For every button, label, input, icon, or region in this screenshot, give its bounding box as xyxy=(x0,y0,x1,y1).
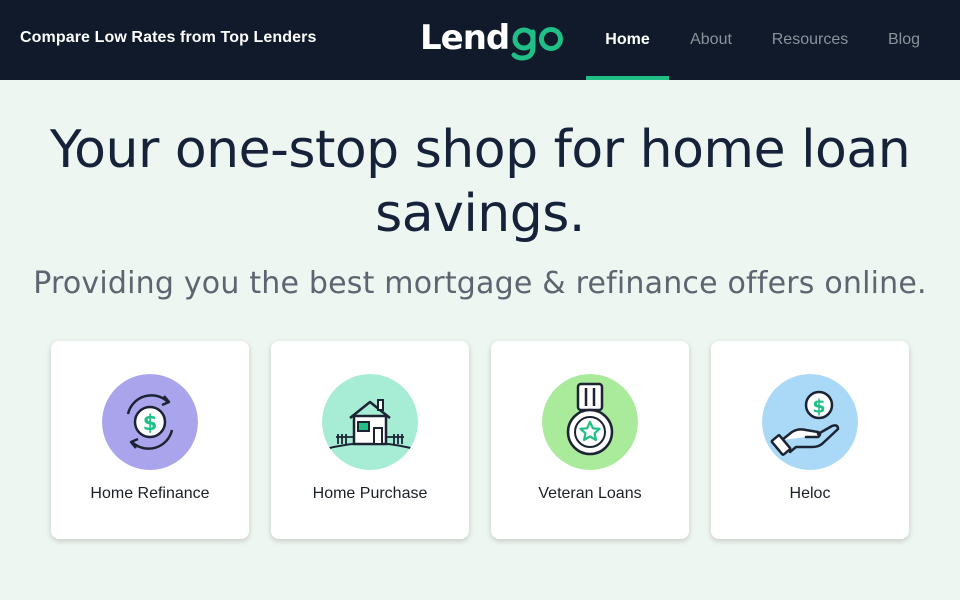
svg-text:$: $ xyxy=(812,396,825,418)
nav-blog-label: Blog xyxy=(887,31,921,48)
nav-resources-label: Resources xyxy=(771,31,849,48)
card-home-refinance[interactable]: $ Home Refinance xyxy=(51,341,249,539)
nav-blog[interactable]: Blog xyxy=(876,0,932,80)
house-icon xyxy=(322,374,418,470)
refinance-dollar-cycle-icon: $ xyxy=(102,374,198,470)
card-label-home-purchase: Home Purchase xyxy=(312,485,428,502)
lendgo-logo[interactable]: Lend xyxy=(420,14,567,62)
hero-title: Your one-stop shop for home loan savings… xyxy=(49,120,911,244)
svg-text:$: $ xyxy=(143,411,158,435)
header-tagline: Compare Low Rates from Top Lenders xyxy=(20,29,317,46)
logo-text-lend: Lend xyxy=(420,18,510,58)
nav-active-indicator xyxy=(586,76,669,80)
card-label-home-refinance: Home Refinance xyxy=(90,485,210,502)
nav-resources[interactable]: Resources xyxy=(760,0,860,80)
hand-dollar-coin-icon: $ xyxy=(762,374,858,470)
card-home-purchase[interactable]: Home Purchase xyxy=(271,341,469,539)
hero-subtitle: Providing you the best mortgage & refina… xyxy=(33,266,927,301)
nav-about[interactable]: About xyxy=(680,0,742,80)
medal-star-icon xyxy=(542,374,638,470)
card-heloc[interactable]: $ Heloc xyxy=(711,341,909,539)
card-label-heloc: Heloc xyxy=(789,485,831,502)
card-label-veteran-loans: Veteran Loans xyxy=(538,485,642,502)
top-navigation-bar: Compare Low Rates from Top Lenders Lend … xyxy=(0,0,960,80)
nav-about-label: About xyxy=(690,31,732,48)
card-veteran-loans[interactable]: Veteran Loans xyxy=(491,341,689,539)
nav-home-label: Home xyxy=(605,31,650,48)
nav-home[interactable]: Home xyxy=(586,0,669,80)
logo-go-mark xyxy=(511,27,564,61)
